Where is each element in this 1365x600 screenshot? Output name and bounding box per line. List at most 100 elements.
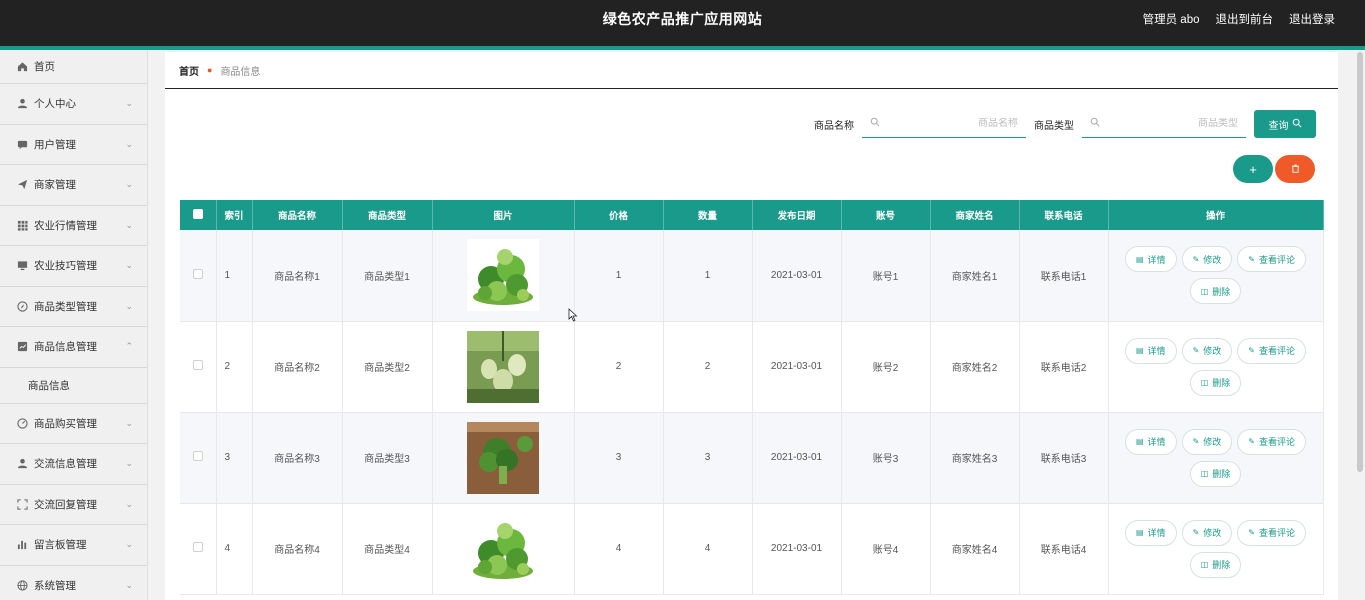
cell-publish-date: 2021-03-01 — [752, 321, 842, 413]
search-icon — [870, 117, 880, 130]
view-comments-button[interactable]: ✎ 查看评论 — [1237, 246, 1306, 273]
sidebar-item-product-type-management[interactable]: 商品类型管理 ⌄ — [0, 287, 147, 327]
table-row: 3 商品名称3 商品类型3 3 3 2021-03-01 账号3 商家姓名3 联系电话3 ▤ 详情 ✎… — [180, 412, 1324, 504]
cell-product-name: 商品名称1 — [252, 230, 343, 322]
view-comments-label: 查看评论 — [1258, 437, 1295, 447]
sidebar-item-message-board-management[interactable]: 留言板管理 ⌄ — [0, 525, 147, 566]
cell-index: 2 — [216, 321, 253, 413]
exit-to-front-link[interactable]: 退出到前台 — [1216, 11, 1274, 27]
sidebar-item-label: 交流信息管理 — [34, 458, 97, 471]
breadcrumb-home[interactable]: 首页 — [179, 63, 199, 78]
chevron-up-icon: ⌃ — [125, 341, 133, 351]
cell-account: 账号3 — [841, 412, 931, 504]
delete-button[interactable]: ◫ 删除 — [1189, 278, 1242, 305]
cell-account: 账号2 — [841, 321, 931, 413]
product-name-input[interactable] — [880, 118, 1018, 129]
product-type-field[interactable] — [1082, 110, 1246, 138]
add-button[interactable]: + — [1233, 155, 1273, 183]
sidebar-item-label: 首页 — [34, 61, 55, 73]
view-comments-label: 查看评论 — [1258, 346, 1295, 356]
row-checkbox-cell[interactable] — [180, 412, 217, 504]
sidebar-item-reply-management[interactable]: 交流回复管理 ⌄ — [0, 485, 147, 525]
product-table: 索引 商品名称 商品类型 图片 价格 数量 发布日期 账号 商家姓名 联系电话 … — [180, 200, 1324, 595]
edit-button[interactable]: ✎ 修改 — [1181, 428, 1233, 455]
cell-image — [432, 412, 575, 504]
view-comments-button[interactable]: ✎ 查看评论 — [1237, 337, 1306, 364]
row-checkbox[interactable] — [192, 542, 203, 552]
user-icon — [16, 98, 28, 110]
detail-label: 详情 — [1147, 346, 1166, 356]
cell-product-name: 商品名称3 — [252, 412, 343, 504]
sidebar-item-label: 留言板管理 — [34, 539, 87, 552]
sidebar-item-system-management[interactable]: 系统管理 ⌄ — [0, 566, 147, 600]
chevron-down-icon: ⌄ — [125, 138, 133, 149]
pencil-icon: ✎ — [1192, 528, 1200, 537]
edit-button[interactable]: ✎ 修改 — [1181, 246, 1233, 273]
cell-actions: ▤ 详情 ✎ 修改 ✎ 查看评论 ◫ 删除 — [1108, 503, 1324, 595]
product-image[interactable] — [467, 421, 539, 494]
sidebar-item-merchant-management[interactable]: 商家管理 ⌄ — [0, 165, 147, 206]
frame-icon — [16, 498, 28, 510]
column-header: 联系电话 — [1019, 200, 1109, 230]
sidebar-subitem-product-info[interactable]: 商品信息 — [0, 367, 147, 404]
sidebar-item-product-info-management[interactable]: 商品信息管理 ⌃ — [0, 327, 147, 368]
delete-button[interactable]: ◫ 删除 — [1189, 369, 1242, 396]
home-icon — [16, 61, 28, 73]
page-scrollbar[interactable] — [1357, 52, 1363, 472]
sidebar-item-exchange-info-management[interactable]: 交流信息管理 ⌄ — [0, 444, 147, 485]
cell-index: 4 — [216, 503, 253, 595]
document-icon: ▤ — [1135, 346, 1144, 355]
sidebar-item-user-management[interactable]: 用户管理 ⌄ — [0, 125, 147, 165]
product-image[interactable] — [467, 512, 539, 585]
detail-button[interactable]: ▤ 详情 — [1124, 246, 1177, 273]
detail-label: 详情 — [1147, 254, 1166, 265]
delete-label: 删除 — [1212, 378, 1231, 388]
product-type-label: 商品类型 — [1034, 120, 1074, 132]
cell-quantity: 2 — [663, 321, 753, 413]
sidebar-item-label: 农业技巧管理 — [34, 260, 97, 273]
sidebar-item-tips-management[interactable]: 农业技巧管理 ⌄ — [0, 246, 147, 287]
cell-merchant-name: 商家姓名3 — [930, 412, 1020, 504]
select-all-checkbox[interactable] — [192, 208, 203, 219]
edit-button[interactable]: ✎ 修改 — [1181, 337, 1233, 364]
row-checkbox[interactable] — [192, 451, 203, 461]
detail-button[interactable]: ▤ 详情 — [1124, 337, 1177, 364]
row-checkbox-cell[interactable] — [180, 321, 217, 413]
row-checkbox[interactable] — [192, 360, 203, 370]
column-header: 发布日期 — [752, 200, 842, 230]
breadcrumb-separator-icon: ● — [207, 65, 213, 75]
product-name-field[interactable] — [862, 110, 1026, 138]
detail-button[interactable]: ▤ 详情 — [1124, 428, 1177, 455]
product-type-input[interactable] — [1100, 118, 1238, 129]
sidebar-item-market-management[interactable]: 农业行情管理 ⌄ — [0, 206, 147, 246]
column-header: 索引 — [216, 200, 253, 230]
cell-merchant-name: 商家姓名1 — [930, 230, 1020, 322]
cell-price: 4 — [574, 503, 664, 595]
row-checkbox-cell[interactable] — [180, 503, 217, 595]
delete-button[interactable]: ◫ 删除 — [1189, 551, 1242, 578]
logout-link[interactable]: 退出登录 — [1289, 11, 1335, 27]
product-image[interactable] — [467, 239, 539, 312]
view-comments-button[interactable]: ✎ 查看评论 — [1237, 428, 1306, 455]
select-all-checkbox-cell[interactable] — [180, 200, 217, 230]
document-icon: ▤ — [1135, 254, 1144, 264]
sidebar-item-home[interactable]: 首页 — [0, 50, 147, 84]
grid-icon — [16, 219, 28, 231]
chevron-down-icon: ⌄ — [125, 417, 133, 428]
delete-button[interactable]: ◫ 删除 — [1189, 460, 1242, 487]
monitor-icon — [16, 260, 28, 272]
row-checkbox[interactable] — [192, 268, 203, 279]
sidebar-item-purchase-management[interactable]: 商品购买管理 ⌄ — [0, 404, 147, 444]
cell-price: 3 — [574, 412, 664, 504]
sidebar-item-label: 商品购买管理 — [34, 417, 97, 430]
batch-delete-button[interactable] — [1275, 155, 1315, 183]
cell-phone: 联系电话3 — [1019, 412, 1109, 504]
product-image[interactable] — [467, 330, 539, 403]
delete-label: 删除 — [1212, 286, 1231, 297]
row-checkbox-cell[interactable] — [180, 230, 217, 322]
sidebar-item-personal-center[interactable]: 个人中心 ⌄ — [0, 84, 147, 125]
edit-button[interactable]: ✎ 修改 — [1181, 519, 1233, 546]
detail-button[interactable]: ▤ 详情 — [1124, 519, 1177, 546]
query-button[interactable]: 查询 — [1254, 110, 1316, 138]
view-comments-button[interactable]: ✎ 查看评论 — [1237, 519, 1306, 546]
